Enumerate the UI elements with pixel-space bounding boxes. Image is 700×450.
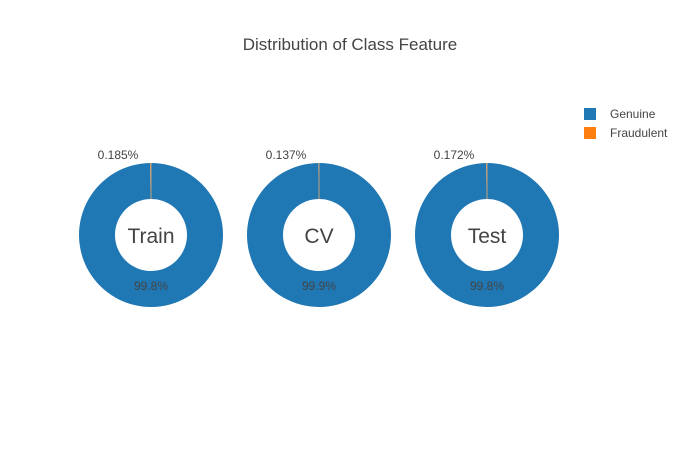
slice-label-test-fraudulent: 0.172%: [434, 148, 475, 162]
slice-label-train-genuine: 99.8%: [134, 279, 168, 293]
slice-label-cv-genuine: 99.9%: [302, 279, 336, 293]
legend-label-genuine: Genuine: [610, 107, 656, 121]
legend[interactable]: Genuine Fraudulent: [584, 107, 668, 140]
donut-charts: 0.185% 99.8% Train 0.137% 99.9% CV 0.172% 99.8%…: [79, 148, 560, 307]
donut-center-label-cv: CV: [304, 225, 333, 248]
chart-title: Distribution of Class Feature: [243, 35, 457, 54]
legend-swatch-genuine: [584, 108, 596, 120]
legend-item-genuine[interactable]: Genuine: [584, 107, 656, 121]
legend-item-fraudulent[interactable]: Fraudulent: [584, 126, 668, 140]
slice-label-train-fraudulent: 0.185%: [98, 148, 139, 162]
donut-center-label-test: Test: [468, 225, 507, 248]
donut-center-label-train: Train: [127, 225, 174, 248]
slice-label-test-genuine: 99.8%: [470, 279, 504, 293]
donut-cv: 0.137% 99.9% CV: [247, 148, 392, 307]
legend-swatch-fraudulent: [584, 127, 596, 139]
chart-canvas: Distribution of Class Feature Genuine Fr…: [79, 35, 668, 307]
donut-test: 0.172% 99.8% Test: [415, 148, 560, 307]
donut-train: 0.185% 99.8% Train: [79, 148, 224, 307]
legend-label-fraudulent: Fraudulent: [610, 126, 668, 140]
slice-label-cv-fraudulent: 0.137%: [266, 148, 307, 162]
